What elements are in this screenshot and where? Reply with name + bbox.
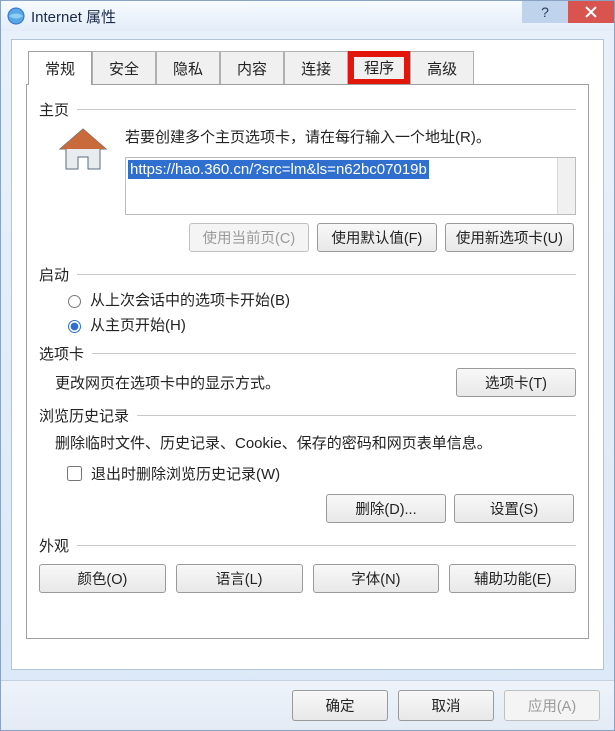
startup-last-session-radio[interactable]: 从上次会话中的选项卡开始(B) (63, 289, 576, 310)
use-current-button[interactable]: 使用当前页(C) (189, 223, 309, 252)
divider (92, 353, 576, 354)
languages-button[interactable]: 语言(L) (176, 564, 303, 593)
dialog-body: 常规 安全 隐私 内容 连接 程序 高级 主页 (11, 39, 604, 670)
exit-delete-label: 退出时删除浏览历史记录(W) (91, 463, 280, 484)
startup-home-label: 从主页开始(H) (90, 314, 186, 335)
divider (77, 274, 576, 275)
tabs-button[interactable]: 选项卡(T) (456, 368, 576, 397)
tab-content[interactable]: 内容 (220, 51, 284, 85)
divider (77, 545, 576, 546)
ie-options-icon (7, 7, 25, 25)
ok-button[interactable]: 确定 (292, 690, 388, 721)
home-icon (55, 126, 111, 174)
close-button[interactable] (568, 1, 614, 23)
window-frame: Internet 属性 ? 常规 安全 隐私 内容 连接 程序 高级 主页 (0, 0, 615, 731)
group-tabs-label: 选项卡 (39, 343, 84, 364)
tab-advanced[interactable]: 高级 (410, 51, 474, 85)
tab-connections[interactable]: 连接 (284, 51, 348, 85)
accessibility-button[interactable]: 辅助功能(E) (449, 564, 576, 593)
group-history-label: 浏览历史记录 (39, 405, 129, 426)
startup-last-session-label: 从上次会话中的选项卡开始(B) (90, 289, 290, 310)
group-home-label: 主页 (39, 99, 69, 120)
history-settings-button[interactable]: 设置(S) (454, 494, 574, 523)
dialog-footer: 确定 取消 应用(A) (1, 680, 614, 730)
homepage-url-value: https://hao.360.cn/?src=lm&ls=n62bc07019… (128, 160, 429, 179)
homepage-url-field[interactable]: https://hao.360.cn/?src=lm&ls=n62bc07019… (125, 157, 576, 215)
startup-home-radio[interactable]: 从主页开始(H) (63, 314, 576, 335)
group-home: 主页 (39, 99, 576, 120)
group-startup: 启动 (39, 264, 576, 285)
window-title: Internet 属性 (31, 6, 116, 27)
divider (77, 109, 576, 110)
colors-button[interactable]: 颜色(O) (39, 564, 166, 593)
tab-strip: 常规 安全 隐私 内容 连接 程序 高级 (12, 50, 603, 84)
window-controls: ? (522, 1, 614, 23)
group-appearance-label: 外观 (39, 535, 69, 556)
tab-privacy[interactable]: 隐私 (156, 51, 220, 85)
group-appearance: 外观 (39, 535, 576, 556)
titlebar: Internet 属性 ? (1, 1, 614, 31)
use-new-tab-button[interactable]: 使用新选项卡(U) (445, 223, 574, 252)
delete-button[interactable]: 删除(D)... (326, 494, 446, 523)
apply-button[interactable]: 应用(A) (504, 690, 600, 721)
fonts-button[interactable]: 字体(N) (313, 564, 440, 593)
scrollbar[interactable] (557, 158, 575, 214)
tab-programs[interactable]: 程序 (348, 51, 410, 85)
tab-panel-general: 主页 若要创建多个主页选项卡，请在每行输入一个地址(R)。 https://ha… (26, 84, 589, 639)
group-startup-label: 启动 (39, 264, 69, 285)
home-desc: 若要创建多个主页选项卡，请在每行输入一个地址(R)。 (125, 126, 576, 147)
cancel-button[interactable]: 取消 (398, 690, 494, 721)
tab-general[interactable]: 常规 (28, 51, 92, 85)
tabs-desc: 更改网页在选项卡中的显示方式。 (55, 372, 280, 393)
help-button[interactable]: ? (522, 1, 568, 23)
exit-delete-checkbox[interactable]: 退出时删除浏览历史记录(W) (63, 463, 576, 484)
history-desc: 删除临时文件、历史记录、Cookie、保存的密码和网页表单信息。 (55, 432, 576, 453)
use-default-button[interactable]: 使用默认值(F) (317, 223, 437, 252)
tab-security[interactable]: 安全 (92, 51, 156, 85)
divider (137, 415, 576, 416)
group-tabs: 选项卡 (39, 343, 576, 364)
group-history: 浏览历史记录 (39, 405, 576, 426)
